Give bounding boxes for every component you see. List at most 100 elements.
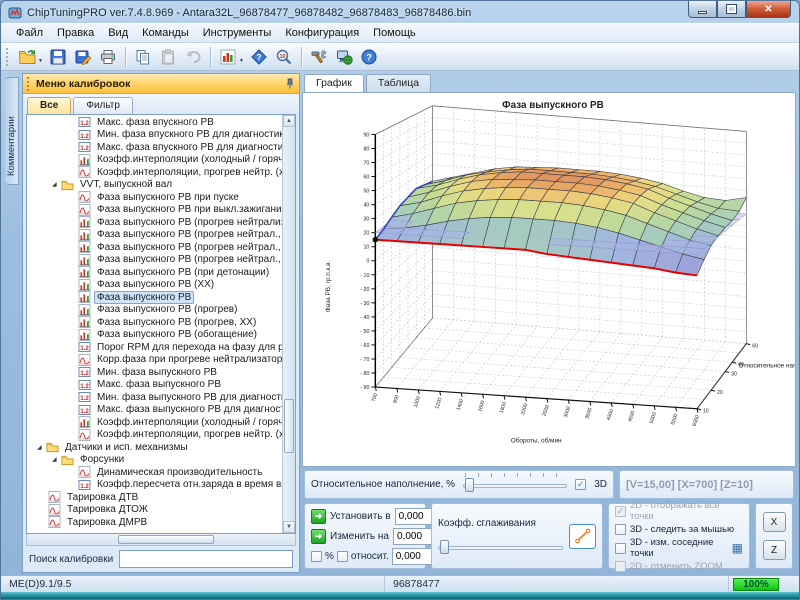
tree-item[interactable]: Фаза выпускного РВ при пуске [27, 191, 282, 204]
chart-area[interactable]: - 90- 80- 70- 60- 50- 40- 30- 20- 100102… [302, 92, 796, 467]
tree-item-label[interactable]: Тарировка ДТВ [64, 491, 141, 504]
view-tab-Таблица[interactable]: Таблица [366, 74, 431, 92]
menu-item[interactable]: Помощь [366, 25, 423, 41]
tree-item[interactable]: 1.2Макс. фаза впускного РВ для диагности… [27, 141, 282, 154]
undo-icon[interactable] [181, 45, 205, 69]
tree-item[interactable]: 1.2Мин. фаза выпускного РВ для диагности… [27, 391, 282, 404]
tree-item[interactable]: ◢ Датчики и исп. механизмы [27, 441, 282, 454]
maximize-button[interactable] [717, 1, 746, 18]
tree-vertical-scrollbar[interactable]: ▲ ▼ [282, 115, 295, 533]
minimize-button[interactable] [688, 1, 717, 18]
mode-checkbox[interactable] [615, 561, 626, 572]
tree-item[interactable]: Корр.фаза при прогреве нейтрализатора [27, 354, 282, 367]
surface-chart[interactable]: - 90- 80- 70- 60- 50- 40- 30- 20- 100102… [303, 93, 795, 466]
tree-item-label[interactable]: Макс. фаза впускного РВ для диагностики [94, 141, 282, 154]
tree-item[interactable]: Фаза выпускного РВ (прогрев нейтрал., хо… [27, 229, 282, 242]
expand-arrow[interactable]: ◢ [37, 444, 46, 451]
copy-icon[interactable] [131, 45, 155, 69]
print-icon[interactable] [96, 45, 120, 69]
load-slider[interactable] [463, 478, 567, 492]
tree-item[interactable]: Коэфф.интерполяции (холодный / горячий ) [27, 154, 282, 167]
tree-item-label[interactable]: Порог RPM для перехода на фазу для режим… [94, 341, 282, 354]
tree-item[interactable]: Динамическая производительность [27, 466, 282, 479]
tree-item[interactable]: 1.2Макс. фаза впускного РВ [27, 116, 282, 129]
comments-tab[interactable]: Комментарии [5, 77, 19, 185]
mode-checkbox[interactable] [615, 524, 626, 535]
tree-item-label[interactable]: Макс. фаза выпускного РВ для диагностики [94, 404, 282, 417]
tree-item[interactable]: Коэфф.интерполяции (холодный / горячий ) [27, 416, 282, 429]
tree-horizontal-scrollbar[interactable] [26, 534, 296, 546]
tree-item-label[interactable]: Мин. фаза впускного РВ для диагностики [94, 129, 282, 142]
tree-item-label[interactable]: Фаза выпускного РВ при выкл.зажигания [94, 204, 282, 217]
tree-item-label[interactable]: Фаза выпускного РВ (при детонации) [94, 266, 272, 279]
tree-item[interactable]: Фаза выпускного РВ (прогрев нейтрал., ХХ… [27, 254, 282, 267]
tree-item[interactable]: Фаза выпускного РВ (обогащение) [27, 329, 282, 342]
open-file-icon[interactable] [15, 45, 39, 69]
tree-item[interactable]: 1.2Коэфф.пересчета отн.заряда в время вп… [27, 479, 282, 492]
save-icon[interactable] [46, 45, 70, 69]
tree-item-label[interactable]: Макс. фаза выпускного РВ [94, 379, 224, 392]
tree-item-label[interactable]: Мин. фаза выпускного РВ для диагностики [94, 391, 282, 404]
tree-item[interactable]: Фаза выпускного РВ (прогрев) [27, 304, 282, 317]
tree-item[interactable]: 1.2Порог RPM для перехода на фазу для ре… [27, 341, 282, 354]
smoothing-slider[interactable] [438, 540, 563, 554]
menu-item[interactable]: Инструменты [196, 25, 279, 41]
tree-item-label[interactable]: Коэфф.пересчета отн.заряда в время впрыс… [94, 479, 282, 492]
tree-item-label[interactable]: Коэфф.интерполяции, прогрев нейтр. (холо… [94, 429, 282, 442]
tree-item[interactable]: ◢VVT, выпускной вал [27, 179, 282, 192]
tree-item[interactable]: Коэфф.интерполяции, прогрев нейтр. (холо… [27, 429, 282, 442]
tree-item[interactable]: 1.2Мин. фаза впускного РВ для диагностик… [27, 129, 282, 142]
tree-item[interactable]: Фаза выпускного РВ (при детонации) [27, 266, 282, 279]
relative-checkbox[interactable] [337, 551, 348, 562]
tree-item-label[interactable]: Фаза выпускного РВ [94, 291, 194, 304]
tree-item-label[interactable]: Фаза выпускного РВ (прогрев нейтрал., ХХ… [94, 241, 282, 254]
tree-item-label[interactable]: Фаза выпускного РВ (прогрев) [94, 304, 240, 317]
tree-item-label[interactable]: Датчики и исп. механизмы [62, 441, 191, 454]
tree-item-label[interactable]: Фаза выпускного РВ (обогащение) [94, 329, 260, 342]
tree-item-label[interactable]: Фаза выпускного РВ (ХХ) [94, 279, 217, 292]
menu-item[interactable]: Правка [50, 25, 101, 41]
tree-item[interactable]: Коэфф.интерполяции, прогрев нейтр. (холо… [27, 166, 282, 179]
tree-item[interactable]: Фаза выпускного РВ (прогрев, ХХ) [27, 316, 282, 329]
tree-item-label[interactable]: VVT, выпускной вал [77, 179, 175, 192]
z-axis-button[interactable]: Z [763, 540, 786, 560]
tree-item[interactable]: Фаза выпускного РВ при выкл.зажигания [27, 204, 282, 217]
menu-item[interactable]: Команды [135, 25, 196, 41]
tree-item-label[interactable]: Корр.фаза при прогреве нейтрализатора [94, 354, 282, 367]
tree-item-label[interactable]: Коэфф.интерполяции, прогрев нейтр. (холо… [94, 166, 282, 179]
tree-item[interactable]: Фаза выпускного РВ (прогрев нейтрализато… [27, 216, 282, 229]
apply-change-button[interactable]: ➜ [311, 529, 326, 544]
menu-item[interactable]: Вид [101, 25, 135, 41]
info-icon[interactable]: ? [247, 45, 271, 69]
network-icon[interactable] [332, 45, 356, 69]
grid-icon[interactable]: ▦ [732, 543, 743, 553]
dropdown-caret[interactable]: ▼ [38, 58, 43, 64]
help-icon[interactable]: ? [357, 45, 381, 69]
tree-item[interactable]: 1.2Мин. фаза выпускного РВ [27, 366, 282, 379]
close-button[interactable]: ✕ [746, 1, 791, 18]
scroll-thumb[interactable] [118, 535, 214, 544]
save-as-icon[interactable] [71, 45, 95, 69]
tree-item-label[interactable]: Фаза выпускного РВ при пуске [94, 191, 242, 204]
tree-item-label[interactable]: Форсунки [77, 454, 127, 467]
3d-checkbox[interactable]: ✓ [575, 479, 586, 490]
sidebar-header[interactable]: Меню калибровок [23, 74, 299, 94]
title-bar[interactable]: ChipTuningPRO ver.7.4.8.969 - Antara32L_… [1, 1, 799, 23]
menu-item[interactable]: Конфигурация [278, 25, 366, 41]
scroll-up-arrow[interactable]: ▲ [283, 115, 295, 127]
tree-item-label[interactable]: Динамическая производительность [94, 466, 265, 479]
dropdown-caret[interactable]: ▼ [239, 58, 244, 64]
smoothing-apply-button[interactable] [569, 524, 596, 549]
scroll-down-arrow[interactable]: ▼ [283, 521, 295, 533]
paste-icon[interactable] [156, 45, 180, 69]
tree-item-label[interactable]: Фаза выпускного РВ (прогрев нейтрализато… [94, 216, 282, 229]
tree-item[interactable]: Тарировка ДМРВ [27, 516, 282, 529]
tree-item-label[interactable]: Макс. фаза впускного РВ [94, 116, 217, 129]
pin-icon[interactable] [285, 78, 295, 89]
tree-item-label[interactable]: Фаза выпускного РВ (прогрев нейтрал., ХХ… [94, 254, 282, 267]
compare-charts-icon[interactable] [216, 45, 240, 69]
expand-arrow[interactable]: ◢ [52, 456, 61, 463]
search-input[interactable] [119, 550, 293, 568]
mode-checkbox[interactable] [615, 543, 626, 554]
tree-item-label[interactable]: Мин. фаза выпускного РВ [94, 366, 220, 379]
